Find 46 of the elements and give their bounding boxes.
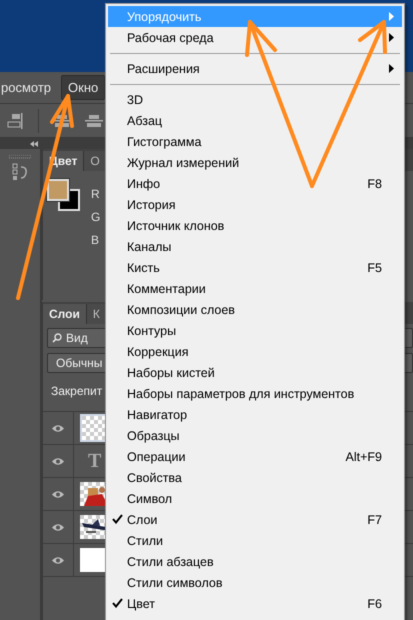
menu-item[interactable]: Навигатор xyxy=(108,404,402,425)
menu-item[interactable]: 3D xyxy=(108,89,402,110)
history-icon[interactable] xyxy=(12,163,28,181)
align-icon[interactable] xyxy=(6,112,24,130)
grip-icon xyxy=(9,155,31,159)
panel-tab[interactable]: Слои xyxy=(43,304,87,324)
menu-item[interactable]: Коррекция xyxy=(108,341,402,362)
menu-item[interactable]: Инфо F8 xyxy=(108,173,402,194)
menu-item[interactable]: Слои F7 xyxy=(108,509,402,530)
menu-item[interactable]: Свойства xyxy=(108,467,402,488)
eye-icon[interactable] xyxy=(51,456,65,466)
menu-item[interactable]: Рабочая среда xyxy=(108,27,402,48)
menu-item[interactable]: Наборы параметров для инструментов xyxy=(108,383,402,404)
menu-item[interactable]: Расширения xyxy=(108,58,402,79)
eye-icon[interactable] xyxy=(51,556,65,564)
menu-item[interactable]: Композиции слоев xyxy=(108,299,402,320)
channel-label: R xyxy=(91,187,100,201)
menu-item[interactable]: Цвет F6 xyxy=(108,593,402,614)
menu-item[interactable]: Образцы xyxy=(108,425,402,446)
channel-label: B xyxy=(91,233,100,247)
eye-icon[interactable] xyxy=(51,522,65,532)
menu-item[interactable]: Абзац xyxy=(108,110,402,131)
eye-icon[interactable] xyxy=(51,490,65,498)
collapse-icon[interactable] xyxy=(30,140,38,146)
menu-item[interactable]: Каналы xyxy=(108,236,402,257)
menu-item[interactable]: Стили абзацев xyxy=(108,551,402,572)
menu-item[interactable]: Стили xyxy=(108,530,402,551)
menu-item[interactable]: Контуры xyxy=(108,320,402,341)
menu-item[interactable]: Комментарии xyxy=(108,278,402,299)
menu-bar-item[interactable]: Окно xyxy=(61,75,106,100)
menu-bar-item[interactable]: росмотр xyxy=(0,75,58,100)
search-icon xyxy=(52,333,62,343)
menu-item[interactable]: Символ xyxy=(108,488,402,509)
menu-item[interactable]: Кисть F5 xyxy=(108,257,402,278)
lock-label: Закрепит xyxy=(51,384,102,398)
menu-item[interactable]: Журнал измерений xyxy=(108,152,402,173)
panel-tab[interactable]: К xyxy=(86,304,107,324)
menu-item[interactable]: Источник клонов xyxy=(108,215,402,236)
eye-icon[interactable] xyxy=(51,424,65,432)
channel-label: G xyxy=(91,210,100,224)
panel-tab[interactable]: О xyxy=(84,151,107,171)
menu-item[interactable]: Гистограмма xyxy=(108,131,402,152)
menu-item[interactable]: Наборы кистей xyxy=(108,362,402,383)
menu-item[interactable]: Стили символов xyxy=(108,572,402,593)
menu-item[interactable]: История xyxy=(108,194,402,215)
menu-item[interactable]: Операции Alt+F9 xyxy=(108,446,402,467)
